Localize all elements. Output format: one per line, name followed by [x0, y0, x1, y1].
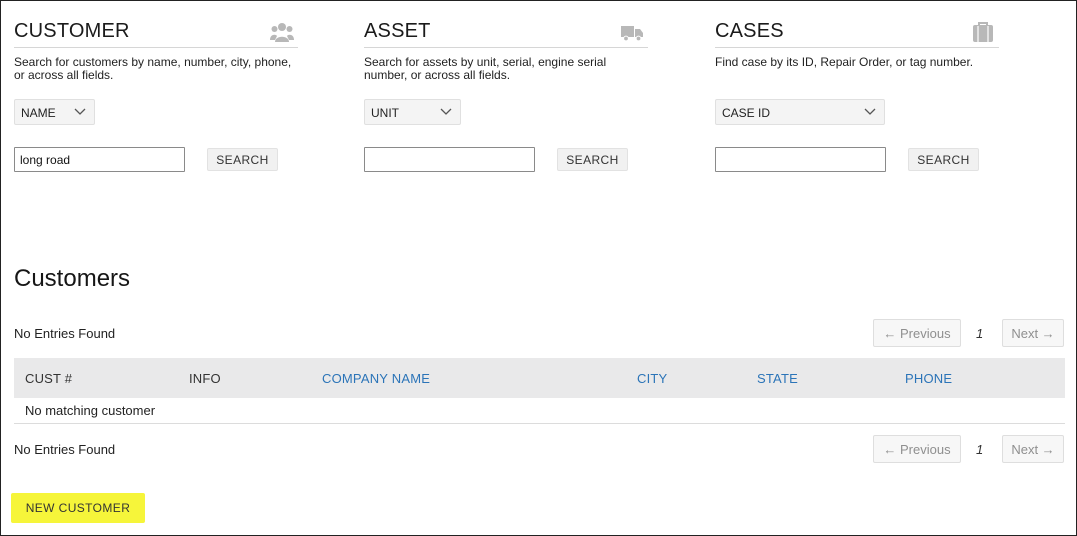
asset-search-button[interactable]: SEARCH: [557, 148, 628, 171]
previous-page-button[interactable]: ← Previous: [873, 319, 961, 347]
customer-field-select-value: NAME: [21, 106, 56, 120]
cases-field-select[interactable]: CASE ID: [715, 99, 885, 125]
column-header-phone[interactable]: PHONE: [905, 371, 952, 386]
new-customer-button[interactable]: NEW CUSTOMER: [11, 493, 145, 523]
customer-search-button[interactable]: SEARCH: [207, 148, 278, 171]
next-page-button[interactable]: Next →: [1002, 319, 1064, 347]
cases-search-input[interactable]: [715, 147, 886, 172]
cases-search-row: SEARCH: [715, 147, 999, 173]
previous-page-button[interactable]: ← Previous: [873, 435, 961, 463]
table-row-empty: No matching customer: [14, 398, 1065, 424]
cases-panel-title: CASES: [715, 20, 784, 42]
asset-panel-title: ASSET: [364, 20, 431, 42]
current-page-number: 1: [976, 326, 984, 341]
column-header-state[interactable]: STATE: [757, 371, 798, 386]
pagination-bottom: ← Previous 1 Next →: [873, 435, 1064, 463]
asset-field-select-value: UNIT: [371, 106, 399, 120]
entries-count-top: No Entries Found: [14, 326, 116, 341]
pagination-top: ← Previous 1 Next →: [873, 319, 1064, 347]
cases-search-button[interactable]: SEARCH: [908, 148, 979, 171]
customer-panel-title: CUSTOMER: [14, 20, 130, 42]
column-header-city[interactable]: CITY: [637, 371, 667, 386]
customers-table: CUST # INFO COMPANY NAME CITY STATE PHON…: [14, 358, 1065, 424]
asset-panel-header: ASSET: [364, 18, 648, 48]
briefcase-icon: [973, 22, 993, 42]
customer-search-row: SEARCH: [14, 147, 298, 173]
asset-search-row: SEARCH: [364, 147, 648, 173]
cases-panel-header: CASES: [715, 18, 999, 48]
chevron-down-icon: [74, 108, 86, 115]
asset-field-select[interactable]: UNIT: [364, 99, 461, 125]
cases-search-panel: CASES Find case by its ID, Repair Order,…: [715, 18, 999, 173]
column-header-cust-number: CUST #: [25, 371, 73, 386]
asset-panel-description: Search for assets by unit, serial, engin…: [364, 55, 607, 82]
customer-panel-description: Search for customers by name, number, ci…: [14, 55, 292, 82]
table-header: CUST # INFO COMPANY NAME CITY STATE PHON…: [14, 358, 1065, 398]
asset-search-input[interactable]: [364, 147, 535, 172]
cases-panel-description: Find case by its ID, Repair Order, or ta…: [715, 55, 974, 69]
chevron-down-icon: [440, 108, 452, 115]
asset-search-panel: ASSET Search for assets by unit, serial,…: [364, 18, 648, 173]
customer-search-input[interactable]: [14, 147, 185, 172]
next-page-button[interactable]: Next →: [1002, 435, 1064, 463]
column-header-info: INFO: [189, 371, 221, 386]
cases-field-select-value: CASE ID: [722, 106, 771, 120]
empty-table-message: No matching customer: [25, 403, 156, 418]
users-icon: [270, 23, 294, 42]
entries-count-bottom: No Entries Found: [14, 442, 116, 457]
current-page-number: 1: [976, 442, 984, 457]
customer-search-panel: CUSTOMER Search for customers by name, n…: [14, 18, 298, 173]
column-header-company-name[interactable]: COMPANY NAME: [322, 371, 430, 386]
customer-field-select[interactable]: NAME: [14, 99, 95, 125]
chevron-down-icon: [864, 108, 876, 115]
truck-icon: [621, 26, 643, 42]
customers-section-title: Customers: [14, 265, 131, 292]
customer-panel-header: CUSTOMER: [14, 18, 298, 48]
